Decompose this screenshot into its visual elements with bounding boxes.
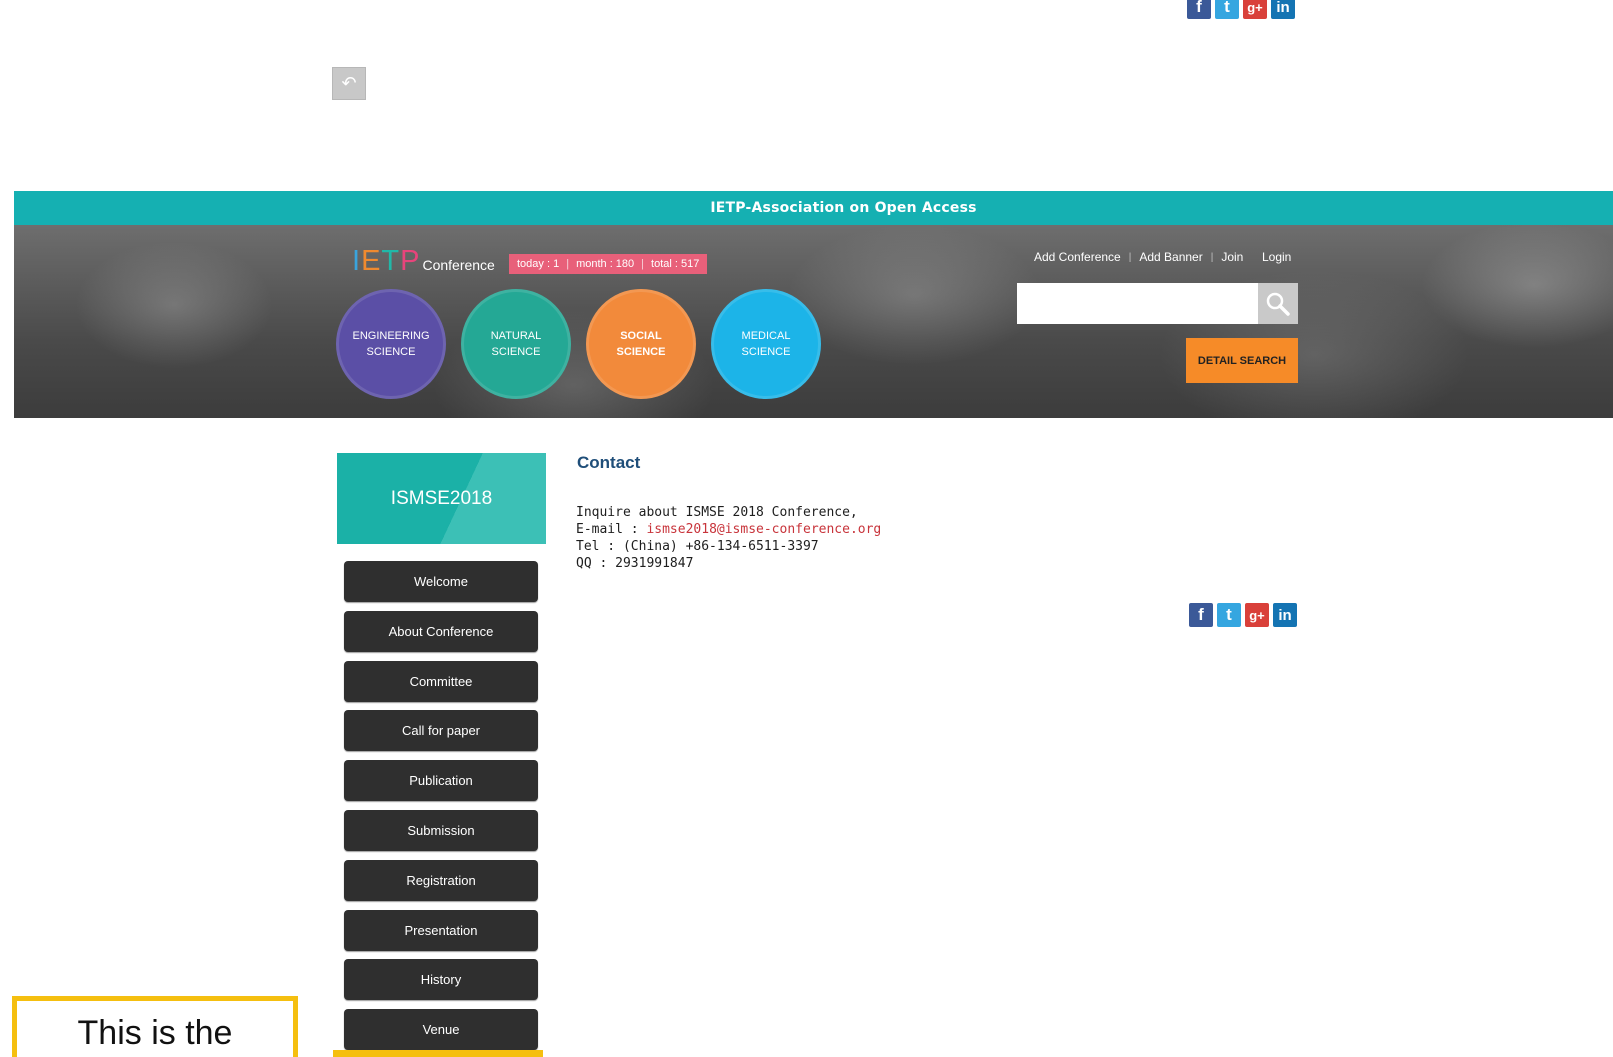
sidebar-item-committee[interactable]: Committee <box>344 660 538 702</box>
stat-today: today : 1 <box>517 258 560 270</box>
category-social-science[interactable]: SOCIAL SCIENCE <box>586 289 696 399</box>
sidebar-item-presentation[interactable]: Presentation <box>344 909 538 951</box>
email-label: E-mail : <box>576 522 647 537</box>
page-title: Contact <box>577 453 641 472</box>
annotation-callout: This is the <box>12 996 298 1057</box>
category-engineering-science[interactable]: ENGINEERING SCIENCE <box>336 289 446 399</box>
contact-info: Inquire about ISMSE 2018 Conference, E-m… <box>576 504 881 572</box>
logo-conference-text: Conference <box>422 257 495 273</box>
facebook-icon[interactable]: f <box>1189 603 1213 627</box>
social-share-top: f t g+ in <box>1187 0 1295 19</box>
logo-ietp: IETP <box>352 245 421 277</box>
sidebar-item-submission[interactable]: Submission <box>344 809 538 851</box>
sidebar-item-about-conference[interactable]: About Conference <box>344 610 538 652</box>
search-icon <box>1266 292 1290 316</box>
category-medical-science[interactable]: MEDICAL SCIENCE <box>711 289 821 399</box>
linkedin-icon[interactable]: in <box>1273 603 1297 627</box>
association-banner[interactable]: IETP-Association on Open Access <box>14 191 1613 225</box>
sidebar-item-call-for-paper[interactable]: Call for paper <box>344 710 538 752</box>
contact-email-line: E-mail : ismse2018@ismse-conference.org <box>576 521 881 538</box>
contact-intro: Inquire about ISMSE 2018 Conference, <box>576 505 858 520</box>
undo-icon: ↶ <box>341 73 357 94</box>
email-link[interactable]: ismse2018@ismse-conference.org <box>646 522 881 537</box>
search-input[interactable] <box>1017 283 1258 324</box>
sidebar-item-history[interactable]: History <box>344 959 538 1001</box>
facebook-icon[interactable]: f <box>1187 0 1211 19</box>
stat-total: total : 517 <box>651 258 700 270</box>
visitor-stats: today : 1 | month : 180 | total : 517 <box>509 254 708 274</box>
annotation-text: This is the <box>77 1014 233 1052</box>
top-links: Add Conference | Add Banner | Join | Log… <box>1034 250 1292 264</box>
site-logo[interactable]: IETP Conference <box>352 245 495 278</box>
conference-title[interactable]: ISMSE2018 <box>337 453 546 544</box>
contact-tel: Tel : (China) +86-134-6511-3397 <box>576 539 819 554</box>
add-banner-link[interactable]: Add Banner <box>1139 250 1202 264</box>
twitter-icon[interactable]: t <box>1215 0 1239 19</box>
linkedin-icon[interactable]: in <box>1271 0 1295 19</box>
sidebar-item-registration[interactable]: Registration <box>344 859 538 901</box>
sidebar-item-venue[interactable]: Venue <box>344 1009 538 1051</box>
back-button[interactable]: ↶ <box>332 67 366 100</box>
sidebar-item-welcome[interactable]: Welcome <box>344 561 538 602</box>
login-link[interactable]: Login <box>1262 250 1291 264</box>
annotation-highlight <box>333 1050 543 1057</box>
sidebar-item-publication[interactable]: Publication <box>344 760 538 802</box>
add-conference-link[interactable]: Add Conference <box>1034 250 1121 264</box>
social-share-content: f t g+ in <box>1189 603 1297 627</box>
google-plus-icon[interactable]: g+ <box>1243 0 1267 19</box>
join-link[interactable]: Join <box>1221 250 1243 264</box>
twitter-icon[interactable]: t <box>1217 603 1241 627</box>
google-plus-icon[interactable]: g+ <box>1245 603 1269 627</box>
search-button[interactable] <box>1258 283 1298 324</box>
sidebar-menu: Welcome About Conference Committee Call … <box>344 561 538 1057</box>
contact-qq: QQ : 2931991847 <box>576 556 694 571</box>
stat-month: month : 180 <box>576 258 635 270</box>
category-natural-science[interactable]: NATURAL SCIENCE <box>461 289 571 399</box>
detail-search-button[interactable]: DETAIL SEARCH <box>1186 338 1298 383</box>
